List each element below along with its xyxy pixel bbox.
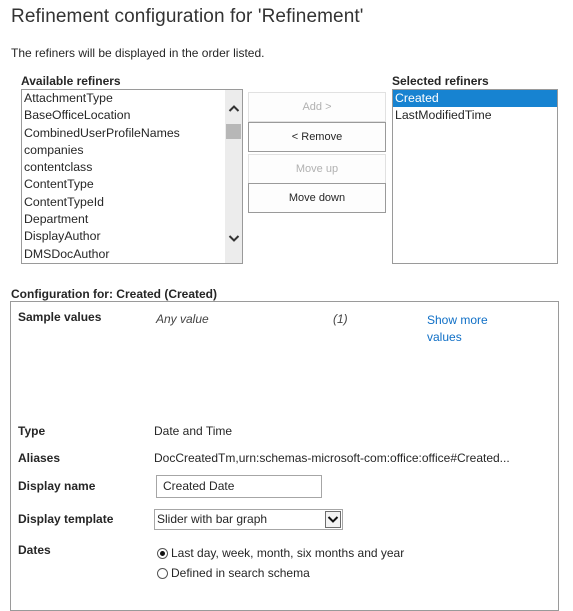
type-label: Type (18, 424, 46, 438)
selected-refiners-label: Selected refiners (392, 74, 489, 88)
available-refiners-list[interactable]: AttachmentType BaseOfficeLocation Combin… (21, 89, 243, 264)
list-item[interactable]: ContentType (22, 176, 225, 193)
radio-label: Defined in search schema (171, 566, 310, 580)
list-item[interactable]: contentclass (22, 159, 225, 176)
radio-label: Last day, week, month, six months and ye… (171, 546, 405, 560)
chevron-down-icon (228, 235, 239, 242)
list-item[interactable]: CombinedUserProfileNames (22, 125, 225, 142)
display-name-label: Display name (18, 479, 96, 493)
display-template-value: Slider with bar graph (157, 512, 268, 526)
aliases-value: DocCreatedTm,urn:schemas-microsoft-com:o… (154, 451, 510, 465)
chevron-up-icon (228, 105, 239, 112)
display-name-input[interactable]: Created Date (156, 475, 322, 498)
sample-values-label: Sample values (18, 310, 102, 324)
dates-label: Dates (18, 543, 51, 557)
list-item[interactable]: DisplayAuthor (22, 228, 225, 245)
add-button[interactable]: Add > (248, 92, 386, 122)
list-item[interactable]: ContentTypeId (22, 194, 225, 211)
scroll-down-button[interactable] (225, 234, 242, 251)
page-subtitle: The refiners will be displayed in the or… (11, 46, 265, 60)
available-refiners-label: Available refiners (21, 74, 121, 88)
available-list-scrollbar[interactable] (225, 90, 242, 263)
move-down-button[interactable]: Move down (248, 183, 386, 213)
configuration-panel: Sample values Any value (1) Show more va… (10, 301, 559, 611)
remove-button[interactable]: < Remove (248, 122, 386, 152)
move-up-button[interactable]: Move up (248, 154, 386, 184)
list-item[interactable]: BaseOfficeLocation (22, 107, 225, 124)
list-item[interactable]: AttachmentType (22, 90, 225, 107)
radio-defined-in-schema[interactable]: Defined in search schema (157, 564, 310, 582)
list-item[interactable]: companies (22, 142, 225, 159)
scroll-up-button[interactable] (225, 104, 242, 121)
scrollbar-thumb[interactable] (226, 124, 241, 139)
aliases-label: Aliases (18, 451, 61, 465)
page-title: Refinement configuration for 'Refinement… (11, 6, 364, 27)
radio-checked-icon[interactable] (157, 548, 168, 559)
sample-value: Any value (156, 312, 209, 326)
list-item[interactable]: LastModifiedTime (393, 107, 557, 124)
list-item[interactable]: Department (22, 211, 225, 228)
selected-refiners-list[interactable]: Created LastModifiedTime (392, 89, 558, 264)
list-item[interactable]: DMSDocAuthor (22, 246, 225, 263)
display-template-label: Display template (18, 512, 114, 526)
sample-value-count: (1) (333, 312, 348, 326)
list-item-selected[interactable]: Created (393, 90, 557, 108)
configuration-heading: Configuration for: Created (Created) (11, 287, 218, 301)
type-value: Date and Time (154, 424, 233, 438)
show-more-values-link[interactable]: Show more values (427, 312, 507, 346)
radio-unchecked-icon[interactable] (157, 568, 168, 579)
radio-last-periods[interactable]: Last day, week, month, six months and ye… (157, 544, 404, 562)
display-template-select[interactable]: Slider with bar graph (154, 509, 343, 530)
chevron-down-icon[interactable] (325, 511, 341, 528)
